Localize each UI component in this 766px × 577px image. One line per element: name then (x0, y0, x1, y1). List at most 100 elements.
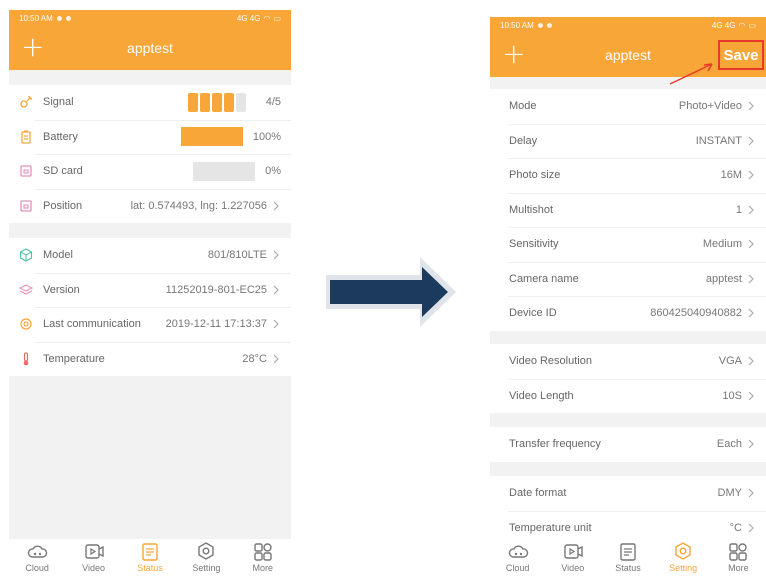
setting-value: apptest (705, 272, 742, 285)
clock: 10:50 AM (19, 13, 53, 23)
settings-group-camera: Mode Photo+Video Delay INSTANT Photo size 16M… (490, 89, 766, 331)
last-communication-row[interactable]: Last communication 2019-12-11 17:13:37 (9, 307, 291, 342)
sd-card-row: SD card 0% (9, 154, 291, 189)
settings-group-transfer: Transfer frequency Each (490, 427, 766, 462)
setting-value: VGA (718, 355, 742, 368)
setting-transfer-frequency-row[interactable]: Transfer frequency Each (490, 427, 766, 462)
version-value: 11252019-801-EC25 (165, 283, 267, 296)
system-status-bar: 10:50 AM 4G 4G ◠ ▭ (9, 10, 291, 26)
version-label: Version (43, 283, 80, 296)
temperature-value: 28°C (242, 352, 267, 365)
signal-bar (187, 92, 198, 112)
device-info-group: Model 801/810LTE Version 11252019-801-EC… (9, 238, 291, 376)
wifi-icon: ◠ (263, 13, 271, 23)
last-communication-label: Last communication (43, 318, 141, 331)
tab-label: Cloud (25, 563, 49, 573)
setting-label: Mode (509, 100, 537, 113)
setting-label: Camera name (509, 272, 579, 285)
tab-label: Video (561, 563, 585, 573)
temperature-row[interactable]: Temperature 28°C (9, 341, 291, 377)
page-title: apptest (127, 40, 173, 56)
sd-card-bar (193, 161, 256, 181)
signal-row: Signal 4/5 (9, 85, 291, 120)
setting-video-resolution-row[interactable]: Video Resolution VGA (490, 344, 766, 379)
layers-icon (19, 284, 33, 295)
setting-multishot-row[interactable]: Multishot 1 (490, 192, 766, 228)
clock: 10:50 AM (500, 20, 534, 30)
wifi-icon: ◠ (738, 20, 746, 30)
chevron-right-icon (273, 354, 279, 364)
setting-label: Temperature unit (509, 521, 592, 534)
setting-label: Photo size (509, 169, 561, 182)
sd-card-value: 0% (265, 165, 281, 178)
setting-label: Transfer frequency (509, 438, 601, 451)
setting-value: 10S (722, 389, 742, 402)
setting-value: °C (729, 521, 742, 534)
setting-icon (675, 542, 691, 560)
position-icon (20, 200, 32, 212)
battery-level-icon (21, 130, 31, 144)
notification-icon (546, 22, 552, 28)
setting-sensitivity-row[interactable]: Sensitivity Medium (490, 227, 766, 262)
tab-setting[interactable]: Setting (186, 541, 226, 573)
setting-value: DMY (717, 487, 742, 500)
status-group: Signal 4/5 Battery 100% SD card 0% Posit… (9, 85, 291, 223)
setting-label: Video Resolution (509, 355, 592, 368)
signal-bar (235, 92, 246, 112)
setting-label: Video Length (509, 389, 574, 402)
tab-status[interactable]: Status (130, 541, 170, 573)
setting-delay-row[interactable]: Delay INSTANT (490, 123, 766, 159)
signal-bars (187, 92, 246, 112)
tab-label: More (252, 563, 273, 573)
app-header: + apptest Save (490, 33, 766, 77)
position-row[interactable]: Position lat: 0.574493, lng: 1.227056 (9, 188, 291, 224)
tab-cloud[interactable]: Cloud (17, 541, 57, 573)
alarm-icon (537, 22, 543, 28)
save-button[interactable]: Save (718, 40, 764, 70)
setting-video-length-row[interactable]: Video Length 10S (490, 378, 766, 414)
chevron-right-icon (748, 356, 754, 366)
setting-label: Date format (509, 487, 567, 500)
setting-date-format-row[interactable]: Date format DMY (490, 476, 766, 511)
notification-icon (65, 15, 71, 21)
chevron-right-icon (273, 250, 279, 260)
tab-cloud[interactable]: Cloud (498, 541, 538, 573)
tab-setting[interactable]: Setting (663, 541, 703, 573)
setting-value: Photo+Video (678, 100, 742, 113)
thermometer-icon (23, 352, 29, 366)
chevron-right-icon (748, 136, 754, 146)
tab-more[interactable]: More (243, 541, 283, 573)
chevron-right-icon (273, 285, 279, 295)
position-value: lat: 0.574493, lng: 1.227056 (130, 199, 267, 212)
tab-video[interactable]: Video (74, 541, 114, 573)
settings-group-format: Date format DMY Temperature unit °C (490, 476, 766, 545)
chevron-right-icon (748, 101, 754, 111)
chevron-right-icon (273, 201, 279, 211)
bottom-tab-bar: Cloud Video Status Setting More (490, 539, 766, 577)
signal-bar (223, 92, 234, 112)
alarm-icon (56, 15, 62, 21)
sd-card-label: SD card (43, 165, 83, 178)
tab-more[interactable]: More (718, 541, 758, 573)
battery-row: Battery 100% (9, 119, 291, 155)
setting-photo-size-row[interactable]: Photo size 16M (490, 158, 766, 193)
setting-camera-name-row[interactable]: Camera name apptest (490, 261, 766, 297)
setting-icon (198, 542, 215, 560)
signal-bar (211, 92, 222, 112)
setting-value: Medium (702, 238, 742, 251)
chevron-right-icon (748, 439, 754, 449)
temperature-label: Temperature (43, 352, 105, 365)
more-icon (254, 543, 272, 561)
tab-video[interactable]: Video (553, 541, 593, 573)
setting-device-id-row[interactable]: Device ID 860425040940882 (490, 296, 766, 331)
version-row[interactable]: Version 11252019-801-EC25 (9, 272, 291, 308)
tab-status[interactable]: Status (608, 541, 648, 573)
signal-value: 4/5 (265, 96, 281, 109)
model-row[interactable]: Model 801/810LTE (9, 238, 291, 273)
position-label: Position (43, 199, 83, 212)
status-icon (142, 543, 158, 561)
setting-value: INSTANT (695, 134, 742, 147)
setting-value: 1 (735, 203, 742, 216)
setting-label: Sensitivity (509, 238, 559, 251)
setting-mode-row[interactable]: Mode Photo+Video (490, 89, 766, 124)
